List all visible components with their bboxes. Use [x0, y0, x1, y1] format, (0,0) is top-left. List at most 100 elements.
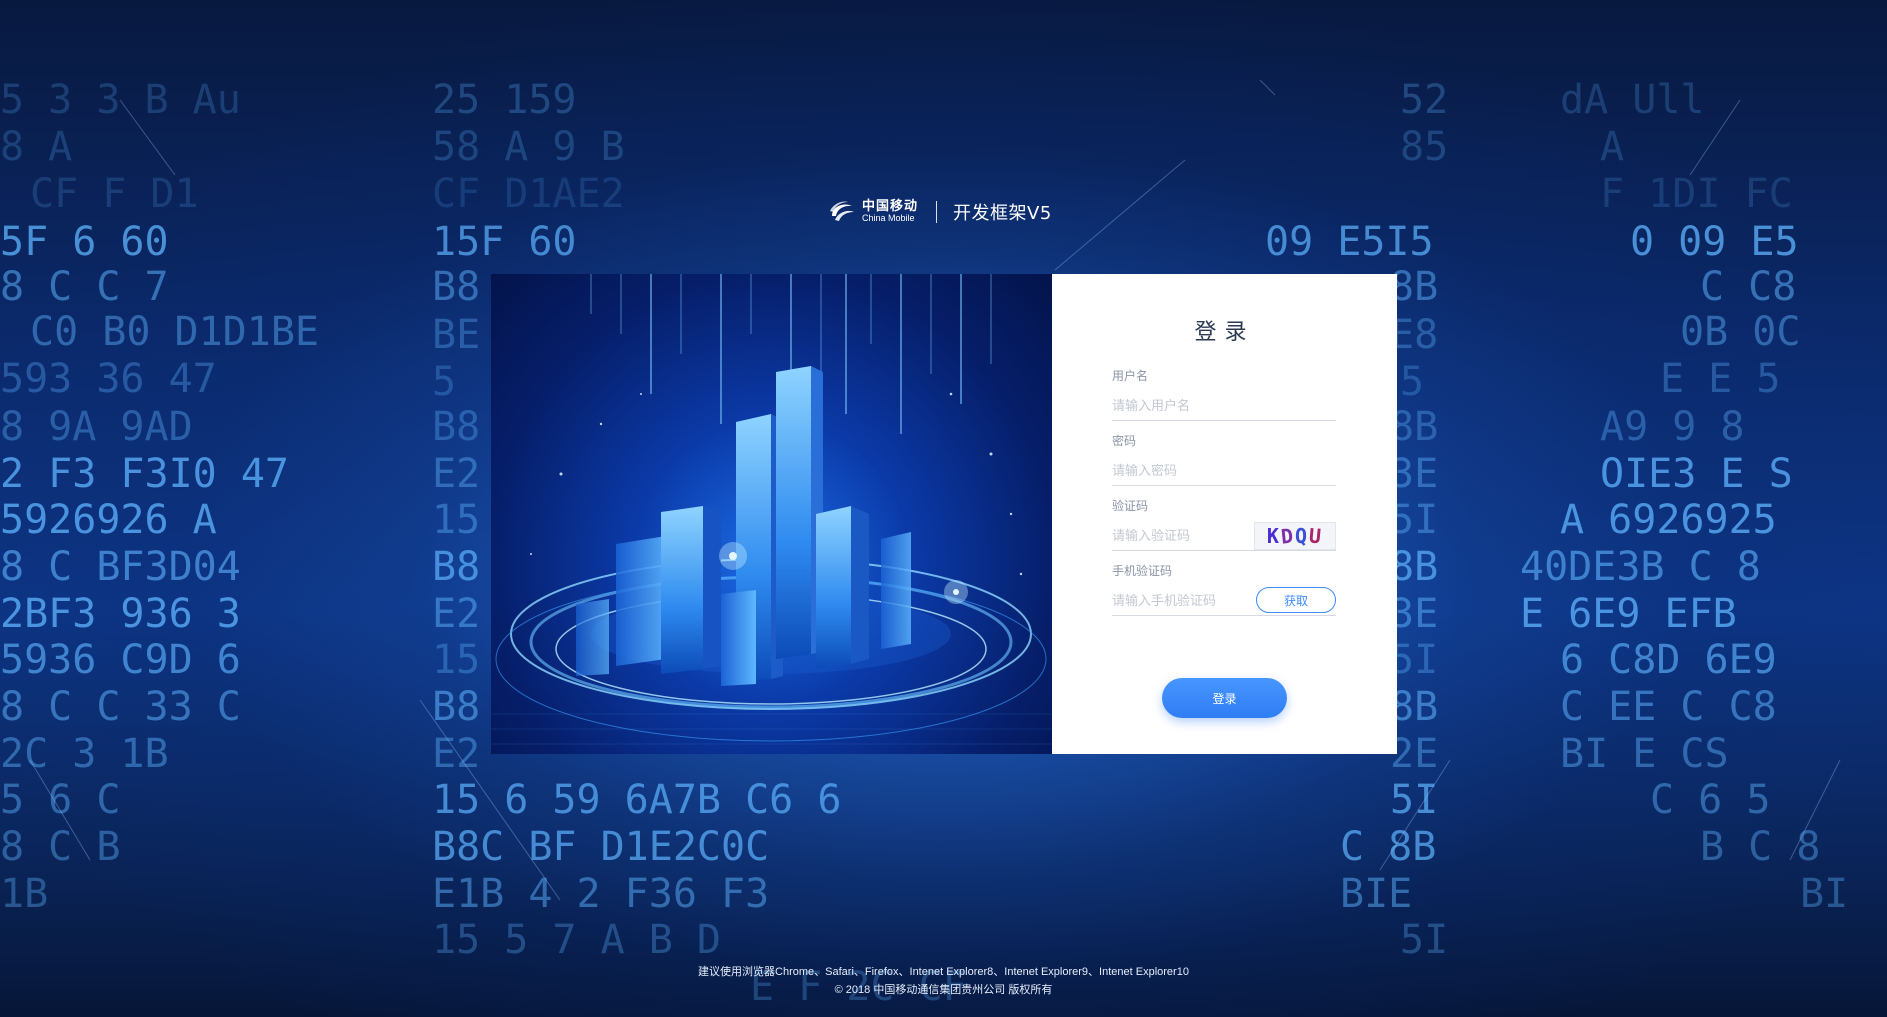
captcha-field: 验证码 K D Q U: [1112, 498, 1336, 551]
svg-text:B8: B8: [432, 684, 480, 730]
svg-text:8 C C 33 C: 8 C C 33 C: [0, 684, 241, 730]
svg-text:15 5 7 A B D: 15 5 7 A B D: [432, 917, 721, 963]
username-input[interactable]: [1112, 394, 1252, 418]
company-name-cn: 中国移动: [862, 199, 919, 215]
svg-text:6 C8D 6E9: 6 C8D 6E9: [1560, 637, 1777, 683]
svg-text:BIE: BIE: [1340, 871, 1412, 917]
svg-text:8 C C 7: 8 C C 7: [0, 264, 169, 310]
username-label: 用户名: [1112, 369, 1149, 383]
product-name: 开发框架V5: [953, 203, 1052, 224]
svg-text:E1B 4 2 F36 F3: E1B 4 2 F36 F3: [432, 871, 769, 917]
svg-text:8B: 8B: [1390, 684, 1438, 730]
svg-text:8 C BF3D04: 8 C BF3D04: [0, 544, 241, 590]
captcha-char: U: [1308, 523, 1325, 549]
svg-text:B8: B8: [432, 264, 480, 310]
svg-text:5: 5: [432, 359, 456, 405]
username-field: 用户名: [1112, 368, 1336, 421]
sms-code-label: 手机验证码: [1112, 564, 1173, 578]
svg-text:E2: E2: [432, 731, 480, 777]
svg-text:CF D1AE2: CF D1AE2: [432, 171, 625, 217]
login-panel: 登录 用户名 密码 验证码 K D Q U 手机验证码 获取 登录: [1052, 274, 1397, 754]
svg-text:C0 B0 D1D1BE: C0 B0 D1D1BE: [30, 309, 319, 355]
svg-text:09 E5I5: 09 E5I5: [1265, 219, 1434, 265]
browser-recommendation: 建议使用浏览器Chrome、Safari、Firefox、Intenet Exp…: [698, 966, 1189, 978]
svg-text:58 A 9 B: 58 A 9 B: [432, 124, 625, 170]
captcha-char: Q: [1295, 524, 1310, 548]
svg-text:2C 3 1B: 2C 3 1B: [0, 731, 169, 777]
captcha-char: D: [1279, 523, 1297, 549]
captcha-input[interactable]: [1112, 524, 1252, 548]
svg-text:40DE3B C 8: 40DE3B C 8: [1520, 544, 1761, 590]
username-row: [1112, 392, 1336, 421]
sms-code-input[interactable]: [1112, 589, 1252, 613]
svg-text:8B: 8B: [1390, 264, 1438, 310]
hero-city-illustration: [491, 274, 1052, 754]
svg-text:8 9A 9AD: 8 9A 9AD: [0, 404, 193, 450]
password-row: [1112, 457, 1336, 486]
svg-text:8 C B: 8 C B: [0, 824, 120, 870]
svg-text:8B: 8B: [1390, 544, 1438, 590]
company-name: 中国移动 China Mobile: [862, 200, 918, 223]
svg-text:5926926 A: 5926926 A: [0, 497, 217, 543]
svg-text:E2: E2: [432, 591, 480, 637]
svg-text:CF F D1: CF F D1: [30, 171, 199, 217]
svg-text:E 6E9 EFB: E 6E9 EFB: [1520, 591, 1737, 637]
svg-text:A 6926925: A 6926925: [1560, 497, 1777, 543]
svg-text:C 8B: C 8B: [1340, 824, 1436, 870]
svg-text:5: 5: [1400, 359, 1424, 405]
svg-text:25 159: 25 159: [432, 77, 577, 123]
sms-code-row: 获取: [1112, 587, 1336, 616]
captcha-label: 验证码: [1112, 499, 1149, 513]
login-title: 登录: [1194, 320, 1255, 345]
svg-text:5I: 5I: [1390, 497, 1438, 543]
svg-text:15: 15: [432, 497, 480, 543]
svg-text:C C8: C C8: [1700, 264, 1796, 310]
svg-text:593 36 47: 593 36 47: [0, 356, 217, 402]
captcha-row: K D Q U: [1112, 522, 1336, 551]
svg-text:E2: E2: [432, 451, 480, 497]
password-field: 密码: [1112, 433, 1336, 486]
svg-text:8 A: 8 A: [0, 124, 72, 170]
svg-text:A9 9 8: A9 9 8: [1600, 404, 1745, 450]
svg-text:E E 5: E E 5: [1660, 356, 1780, 402]
svg-text:E8: E8: [1390, 312, 1438, 358]
svg-text:2E: 2E: [1390, 731, 1438, 777]
svg-text:2 F3 F3I0 47: 2 F3 F3I0 47: [0, 451, 289, 497]
svg-text:BE: BE: [432, 312, 480, 358]
svg-text:5 6 C: 5 6 C: [0, 777, 120, 823]
svg-text:3E: 3E: [1390, 451, 1438, 497]
svg-text:BI E CS: BI E CS: [1560, 731, 1729, 777]
captcha-char: K: [1266, 524, 1281, 548]
brand-header: 中国移动 China Mobile 开发框架V5: [826, 196, 1052, 228]
city-skyline-image: [491, 274, 1052, 745]
get-sms-code-button[interactable]: 获取: [1256, 587, 1336, 613]
sms-code-field: 手机验证码 获取: [1112, 563, 1336, 616]
svg-text:15: 15: [432, 637, 480, 683]
svg-text:52: 52: [1400, 77, 1448, 123]
svg-text:5I: 5I: [1400, 917, 1448, 963]
captcha-image[interactable]: K D Q U: [1254, 522, 1336, 550]
footer: 建议使用浏览器Chrome、Safari、Firefox、Intenet Exp…: [0, 963, 1887, 999]
svg-text:B8: B8: [432, 544, 480, 590]
password-input[interactable]: [1112, 459, 1252, 483]
svg-text:BI: BI: [1800, 871, 1848, 917]
svg-text:85: 85: [1400, 124, 1448, 170]
svg-text:0 09 E5: 0 09 E5: [1630, 219, 1799, 265]
svg-text:C EE C C8: C EE C C8: [1560, 684, 1777, 730]
brand-divider: [936, 201, 938, 223]
svg-text:5I: 5I: [1390, 637, 1438, 683]
login-button[interactable]: 登录: [1162, 678, 1287, 718]
china-mobile-logo-icon: [830, 201, 854, 221]
svg-text:F 1DI FC: F 1DI FC: [1600, 171, 1793, 217]
password-label: 密码: [1112, 434, 1137, 448]
svg-text:1B: 1B: [0, 871, 48, 917]
svg-text:OIE3 E S: OIE3 E S: [1600, 451, 1793, 497]
svg-text:5F 6 60: 5F 6 60: [0, 219, 169, 265]
svg-text:A: A: [1600, 124, 1624, 170]
svg-text:dA Ull: dA Ull: [1560, 77, 1705, 123]
svg-text:2BF3 936 3: 2BF3 936 3: [0, 591, 241, 637]
svg-text:B8: B8: [432, 404, 480, 450]
svg-text:15 6 59 6A7B C6 6: 15 6 59 6A7B C6 6: [432, 777, 841, 823]
svg-text:0B 0C: 0B 0C: [1680, 309, 1800, 355]
svg-text:B8C BF D1E2C0C: B8C BF D1E2C0C: [432, 824, 769, 870]
